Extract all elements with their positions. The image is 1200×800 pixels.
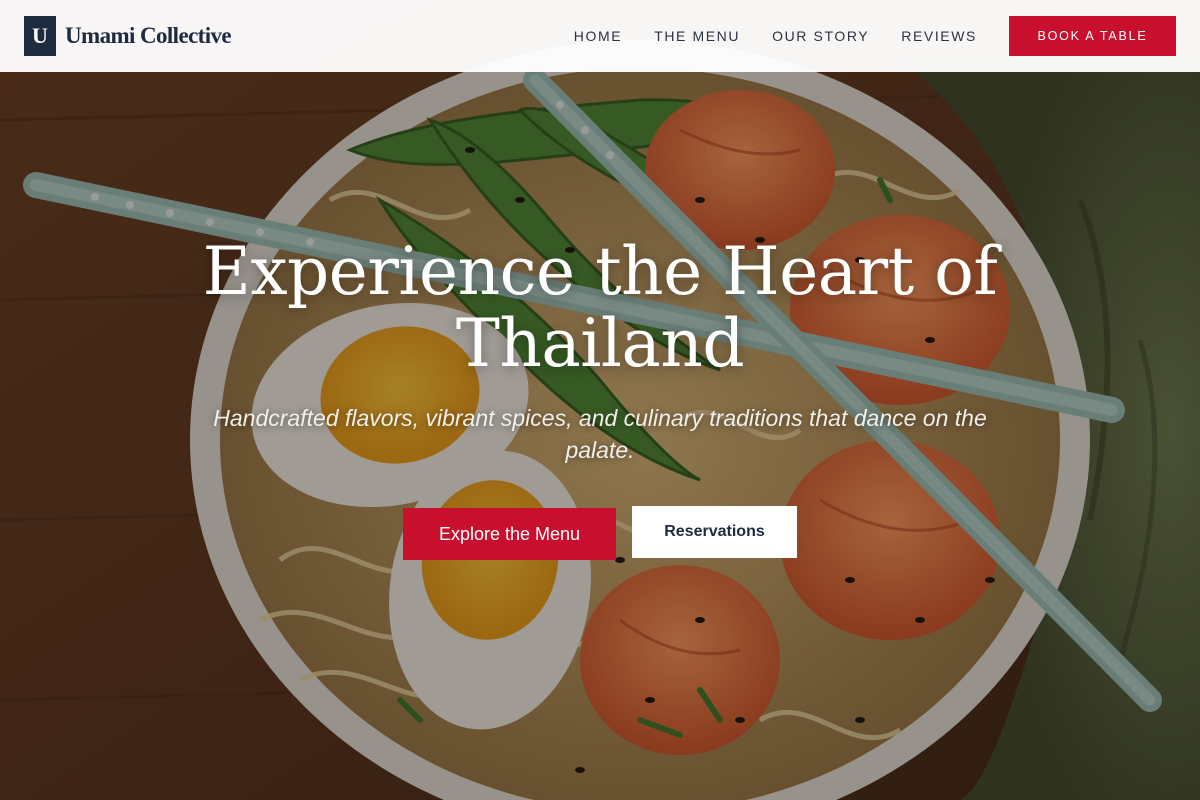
brand-name: Umami Collective bbox=[65, 23, 232, 48]
hero-section: Experience the Heart of Thailand Handcra… bbox=[0, 236, 1200, 560]
nav-link-reviews[interactable]: REVIEWS bbox=[901, 28, 977, 44]
brand-logo-link[interactable]: U Umami Collective bbox=[24, 16, 232, 56]
book-a-table-button[interactable]: BOOK A TABLE bbox=[1009, 16, 1176, 56]
landing-page: U Umami Collective HOME THE MENU OUR STO… bbox=[0, 0, 1200, 800]
site-header: U Umami Collective HOME THE MENU OUR STO… bbox=[0, 0, 1200, 72]
reservations-button[interactable]: Reservations bbox=[632, 506, 797, 558]
nav-link-the-menu[interactable]: THE MENU bbox=[654, 28, 740, 44]
explore-menu-button[interactable]: Explore the Menu bbox=[403, 508, 616, 560]
nav-link-home[interactable]: HOME bbox=[574, 28, 622, 44]
brand-logo-icon: U bbox=[24, 16, 56, 56]
hero-actions: Explore the Menu Reservations bbox=[0, 506, 1200, 560]
main-navigation: HOME THE MENU OUR STORY REVIEWS BOOK A T… bbox=[574, 16, 1176, 56]
hero-title: Experience the Heart of Thailand bbox=[202, 233, 998, 382]
hero-subtitle: Handcrafted flavors, vibrant spices, and… bbox=[213, 405, 987, 463]
nav-link-our-story[interactable]: OUR STORY bbox=[772, 28, 869, 44]
